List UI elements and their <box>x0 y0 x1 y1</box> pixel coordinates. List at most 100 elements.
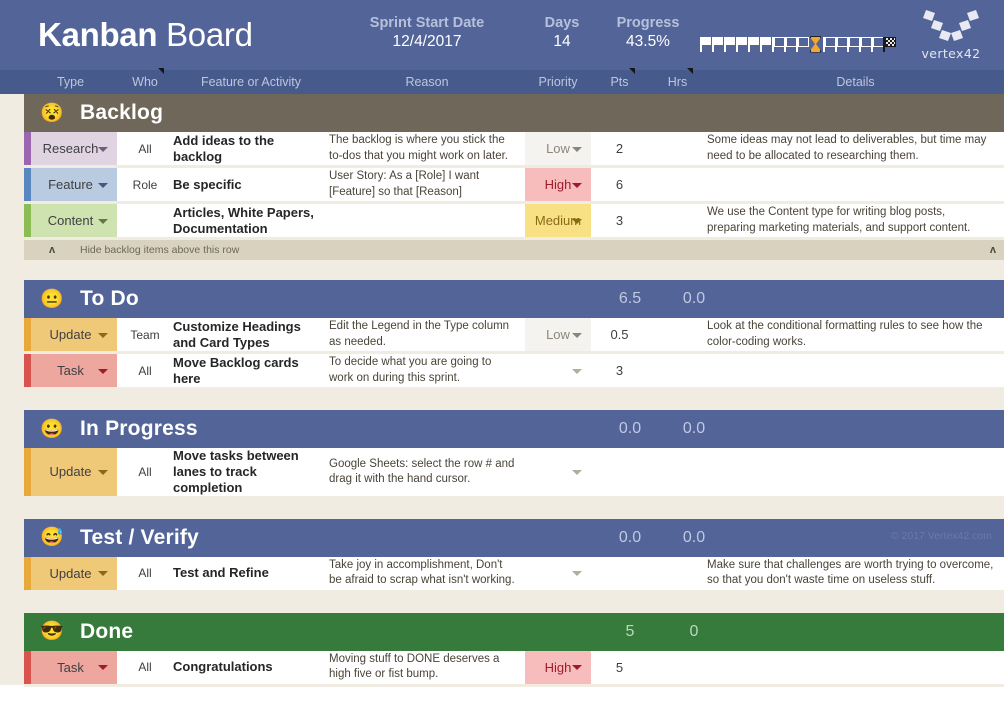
chevron-down-icon[interactable] <box>572 469 582 475</box>
column-header-feature-or-activity[interactable]: Feature or Activity <box>173 75 329 89</box>
card-hours-cell[interactable] <box>648 204 707 237</box>
card-priority-cell[interactable]: Low <box>525 132 591 165</box>
card-type-cell[interactable]: Content <box>24 204 117 237</box>
card-feature-cell[interactable]: Articles, White Papers, Documentation <box>173 204 329 237</box>
card-type-cell[interactable]: Task <box>24 650 117 684</box>
column-header-who[interactable]: Who <box>117 68 173 89</box>
card-priority-cell[interactable]: Medium <box>525 204 591 237</box>
card-feature-cell[interactable]: Customize Headings and Card Types <box>173 318 329 351</box>
card-type-cell[interactable]: Update <box>24 318 117 351</box>
card-points-cell[interactable] <box>591 448 648 496</box>
card-reason-cell[interactable] <box>329 204 525 237</box>
card-details-cell[interactable]: Look at the conditional formatting rules… <box>707 318 1004 351</box>
card-points-cell[interactable]: 6 <box>591 168 648 201</box>
card-priority-cell[interactable] <box>525 448 591 496</box>
card-who-cell[interactable]: All <box>117 557 173 590</box>
card-details-cell[interactable] <box>707 651 1004 684</box>
chevron-down-icon[interactable] <box>98 182 108 188</box>
card-who-cell[interactable]: All <box>117 448 173 496</box>
card-feature-cell[interactable]: Add ideas to the backlog <box>173 132 329 165</box>
card-points-cell[interactable]: 0.5 <box>591 318 648 351</box>
card-details-cell[interactable]: Make sure that challenges are worth tryi… <box>707 557 1004 590</box>
card-type-cell[interactable]: Update <box>24 556 117 590</box>
card-details-cell[interactable] <box>707 448 1004 496</box>
card-row[interactable]: Update All Move tasks between lanes to tra… <box>24 448 1004 499</box>
card-hours-cell[interactable] <box>648 318 707 351</box>
card-feature-cell[interactable]: Test and Refine <box>173 557 329 590</box>
card-hours-cell[interactable] <box>648 557 707 590</box>
card-hours-cell[interactable] <box>648 448 707 496</box>
card-priority-cell[interactable] <box>525 354 591 387</box>
card-feature-cell[interactable]: Move tasks between lanes to track comple… <box>173 448 329 496</box>
column-header-hrs[interactable]: Hrs <box>648 68 707 89</box>
card-points-cell[interactable]: 2 <box>591 132 648 165</box>
card-hours-cell[interactable] <box>648 651 707 684</box>
card-reason-cell[interactable]: Edit the Legend in the Type column as ne… <box>329 318 525 351</box>
card-who-cell[interactable]: Team <box>117 318 173 351</box>
hide-backlog-row[interactable]: ʌ Hide backlog items above this row ʌ <box>24 240 1004 260</box>
card-reason-cell[interactable]: To decide what you are going to work on … <box>329 354 525 387</box>
card-row[interactable]: Task All Move Backlog cards here To decide … <box>24 354 1004 390</box>
card-priority-cell[interactable] <box>525 556 591 590</box>
card-points-cell[interactable] <box>591 557 648 590</box>
chevron-down-icon[interactable] <box>98 146 108 152</box>
card-feature-cell[interactable]: Congratulations <box>173 651 329 684</box>
chevron-down-icon[interactable] <box>572 665 582 671</box>
card-reason-cell[interactable]: The backlog is where you stick the to-do… <box>329 132 525 165</box>
card-who-cell[interactable]: All <box>117 132 173 165</box>
card-type-cell[interactable]: Task <box>24 354 117 387</box>
card-row[interactable]: Feature Role Be specific User Story: As a [… <box>24 168 1004 204</box>
chevron-down-icon[interactable] <box>572 146 582 152</box>
card-type-cell[interactable]: Research <box>24 132 117 165</box>
card-priority-cell[interactable]: Low <box>525 318 591 351</box>
card-who-cell[interactable]: All <box>117 354 173 387</box>
card-details-cell[interactable]: Some ideas may not lead to deliverables,… <box>707 132 1004 165</box>
days-value[interactable]: 14 <box>528 32 596 51</box>
chevron-down-icon[interactable] <box>572 332 582 338</box>
chevron-down-icon[interactable] <box>572 218 582 224</box>
column-header-pts[interactable]: Pts <box>591 68 648 89</box>
card-row[interactable]: Research All Add ideas to the backlog The b… <box>24 132 1004 168</box>
sprint-start-date-value[interactable]: 12/4/2017 <box>347 32 507 51</box>
card-details-cell[interactable] <box>707 168 1004 201</box>
chevron-up-icon-right[interactable]: ʌ <box>990 244 996 256</box>
card-details-cell[interactable] <box>707 354 1004 387</box>
card-who-cell[interactable]: Role <box>117 168 173 201</box>
card-reason-cell[interactable]: Moving stuff to DONE deserves a high fiv… <box>329 651 525 684</box>
card-priority-cell[interactable]: High <box>525 650 591 684</box>
card-hours-cell[interactable] <box>648 354 707 387</box>
column-header-priority[interactable]: Priority <box>525 75 591 89</box>
chevron-down-icon[interactable] <box>98 571 108 577</box>
chevron-down-icon[interactable] <box>98 665 108 671</box>
card-points-cell[interactable]: 3 <box>591 204 648 237</box>
chevron-up-icon-left[interactable]: ʌ <box>24 244 80 256</box>
card-row[interactable]: Task All Congratulations Moving stuff to DO… <box>24 650 1004 687</box>
card-hours-cell[interactable] <box>648 132 707 165</box>
card-type-cell[interactable]: Update <box>24 448 117 496</box>
column-header-reason[interactable]: Reason <box>329 75 525 89</box>
card-row[interactable]: Update All Test and Refine Take joy in acco… <box>24 556 1004 593</box>
card-priority-cell[interactable]: High <box>525 168 591 201</box>
chevron-down-icon[interactable] <box>98 332 108 338</box>
chevron-down-icon[interactable] <box>572 182 582 188</box>
card-feature-cell[interactable]: Be specific <box>173 168 329 201</box>
chevron-down-icon[interactable] <box>572 571 582 577</box>
card-points-cell[interactable]: 3 <box>591 354 648 387</box>
column-header-details[interactable]: Details <box>707 75 1004 89</box>
card-reason-cell[interactable]: Take joy in accomplishment, Don't be afr… <box>329 557 525 590</box>
chevron-down-icon[interactable] <box>98 469 108 475</box>
card-row[interactable]: Update Team Customize Headings and Card Ty… <box>24 318 1004 354</box>
card-feature-cell[interactable]: Move Backlog cards here <box>173 354 329 387</box>
card-who-cell[interactable] <box>117 204 173 237</box>
chevron-down-icon[interactable] <box>98 368 108 374</box>
card-type-cell[interactable]: Feature <box>24 168 117 201</box>
card-reason-cell[interactable]: Google Sheets: select the row # and drag… <box>329 448 525 496</box>
card-details-cell[interactable]: We use the Content type for writing blog… <box>707 204 1004 237</box>
card-points-cell[interactable]: 5 <box>591 651 648 684</box>
chevron-down-icon[interactable] <box>572 368 582 374</box>
card-hours-cell[interactable] <box>648 168 707 201</box>
column-header-type[interactable]: Type <box>24 75 117 89</box>
card-who-cell[interactable]: All <box>117 651 173 684</box>
card-row[interactable]: Content Articles, White Papers, Documenta… <box>24 204 1004 240</box>
card-reason-cell[interactable]: User Story: As a [Role] I want [Feature]… <box>329 168 525 201</box>
